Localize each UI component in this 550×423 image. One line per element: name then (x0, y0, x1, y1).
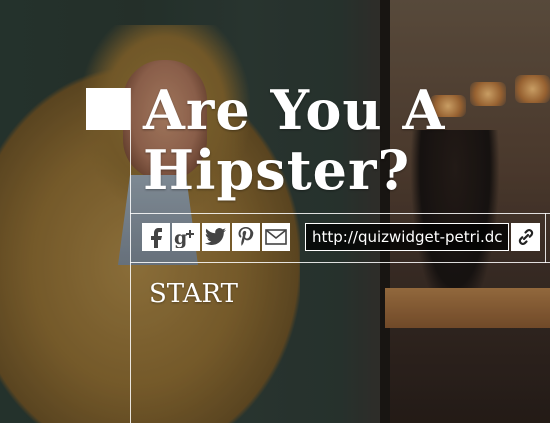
facebook-icon (151, 228, 162, 248)
share-url-field[interactable]: http://quizwidget-petri.dc (305, 223, 509, 251)
photo-overlay (0, 0, 550, 423)
google-plus-share-button[interactable]: g (172, 223, 200, 251)
facebook-share-button[interactable] (142, 223, 170, 251)
frame-line-right (545, 213, 546, 263)
google-plus-icon: g (174, 227, 194, 248)
twitter-icon (205, 228, 226, 246)
start-button[interactable]: START (149, 278, 238, 310)
link-icon (518, 229, 533, 245)
twitter-share-button[interactable] (202, 223, 230, 251)
background-photo (0, 0, 550, 423)
pinterest-share-button[interactable] (232, 223, 260, 251)
email-share-button[interactable] (262, 223, 290, 251)
frame-line-bottom (130, 262, 550, 263)
email-icon (265, 229, 287, 245)
pinterest-icon (238, 227, 254, 246)
quiz-title: Are You A Hipster? (143, 78, 446, 202)
title-marker-square (86, 88, 130, 130)
svg-text:g: g (174, 227, 187, 248)
frame-line-top (130, 213, 550, 214)
share-buttons: g (142, 223, 290, 253)
copy-link-button[interactable] (511, 223, 540, 251)
frame-line-left (130, 88, 131, 423)
